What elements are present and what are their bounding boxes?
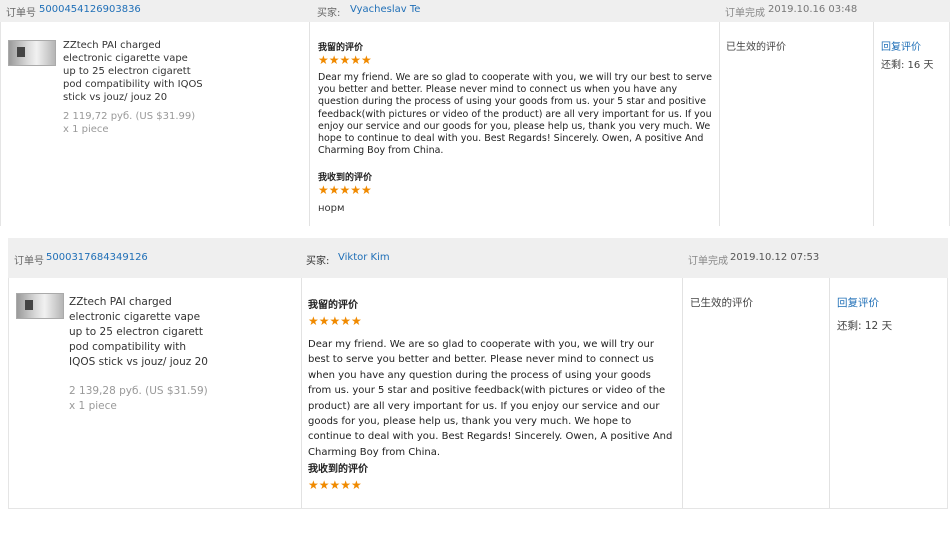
my-review-text: Dear my friend. We are so glad to cooper… (308, 339, 673, 458)
completed-time: 2019.10.16 03:48 (768, 4, 858, 15)
completed-time: 2019.10.12 07:53 (730, 252, 820, 263)
buyer-label: 买家: (306, 256, 330, 267)
received-rating-stars: ★★★★★ (318, 183, 372, 197)
received-review-label: 我收到的评价 (318, 173, 373, 183)
order-number-link[interactable]: 5000454126903836 (39, 4, 141, 15)
my-review-label: 我留的评价 (318, 43, 364, 53)
buyer-label: 买家: (317, 8, 341, 19)
product-price: 2 119,72 руб. (US $31.99) (63, 111, 196, 122)
reply-review-link[interactable]: 回复评价 (837, 295, 879, 310)
buyer-link[interactable]: Vyacheslav Te (350, 4, 420, 15)
my-rating-stars: ★★★★★ (308, 314, 362, 328)
product-thumbnail[interactable] (16, 293, 64, 319)
product-name[interactable]: ZZtech PAI charged electronic cigarette … (69, 295, 209, 370)
my-review-text: Dear my friend. We are so glad to cooper… (318, 72, 712, 157)
buyer-link[interactable]: Viktor Kim (338, 252, 390, 263)
my-review-label: 我留的评价 (308, 300, 358, 311)
received-rating-stars: ★★★★★ (308, 478, 362, 492)
product-quantity: x 1 piece (69, 400, 117, 412)
product-quantity: x 1 piece (63, 124, 109, 135)
remaining-days: 还剩: 12 天 (837, 320, 893, 332)
my-rating-stars: ★★★★★ (318, 53, 372, 67)
remaining-days: 还剩: 16 天 (881, 60, 934, 71)
review-status: 已生效的评价 (726, 42, 786, 53)
order-card: 订单号 5000317684349126 买家: Viktor Kim 订单完成… (8, 238, 948, 509)
order-header: 订单号 5000317684349126 买家: Viktor Kim 订单完成… (8, 238, 948, 278)
order-number-label: 订单号 (6, 8, 36, 19)
order-number-label: 订单号 (14, 256, 44, 267)
received-review-text: норм (318, 203, 345, 214)
order-header: 订单号 5000454126903836 买家: Vyacheslav Te 订… (0, 0, 950, 22)
product-price: 2 139,28 руб. (US $31.59) (69, 385, 208, 397)
order-body: ZZtech PAI charged electronic cigarette … (0, 22, 950, 226)
completed-label: 订单完成 (688, 256, 728, 267)
order-number-link[interactable]: 5000317684349126 (46, 252, 148, 263)
reply-review-link[interactable]: 回复评价 (881, 38, 921, 53)
product-name[interactable]: ZZtech PAI charged electronic cigarette … (63, 39, 203, 104)
order-body: ZZtech PAI charged electronic cigarette … (8, 278, 948, 509)
received-review-label: 我收到的评价 (308, 464, 368, 475)
order-card: 订单号 5000454126903836 买家: Vyacheslav Te 订… (0, 0, 950, 226)
review-status: 已生效的评价 (690, 297, 753, 309)
product-thumbnail[interactable] (8, 40, 56, 66)
completed-label: 订单完成 (725, 8, 765, 19)
